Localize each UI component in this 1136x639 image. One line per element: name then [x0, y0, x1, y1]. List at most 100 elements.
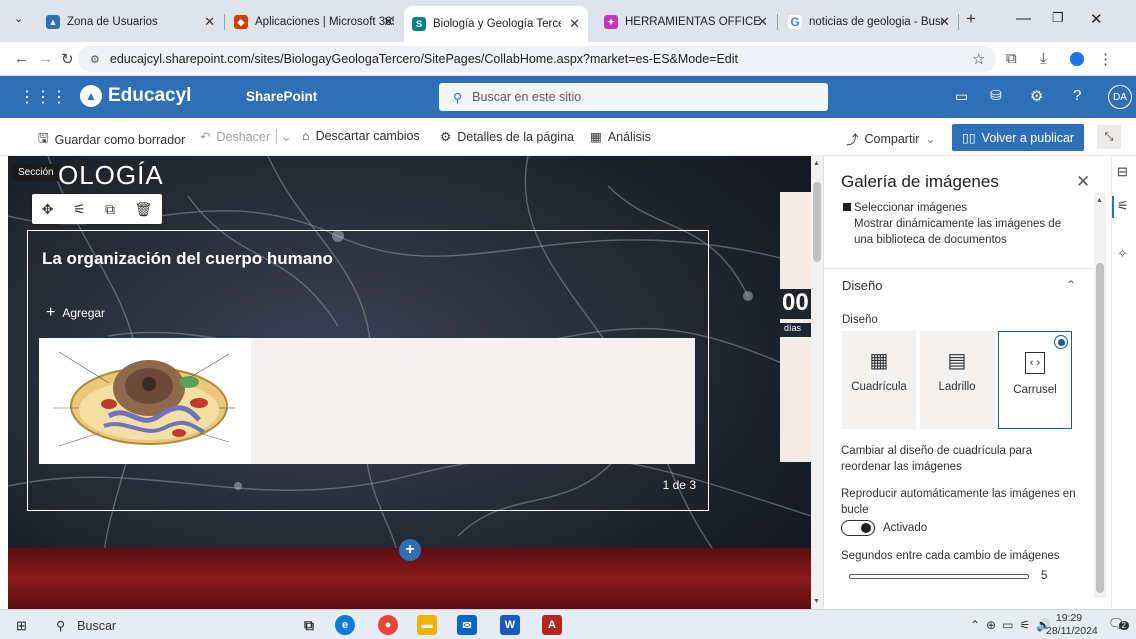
edge-icon[interactable]: e: [335, 615, 355, 635]
notifications-icon[interactable]: 🗨2: [1108, 616, 1129, 632]
save-draft-button[interactable]: 🖫 Guardar como borrador: [38, 129, 185, 150]
section-badge[interactable]: Sección: [12, 164, 60, 181]
carousel-image[interactable]: [39, 338, 251, 464]
pane-scrollbar[interactable]: ▲: [1094, 193, 1106, 598]
seconds-slider[interactable]: [849, 574, 1029, 579]
toolbox-icon[interactable]: ⊟: [1117, 164, 1128, 180]
close-tab-icon[interactable]: ✕: [383, 14, 394, 30]
scrollbar-thumb[interactable]: [1096, 263, 1104, 593]
clock-time: 19:29: [1055, 612, 1083, 624]
share-network-icon[interactable]: ⛁: [990, 87, 1002, 104]
page-canvas: 00 días Sección OLOGÍA ✥ ⚟ ⧉ 🗑 La organi…: [8, 156, 811, 609]
windows-start-icon[interactable]: ⊞: [16, 618, 27, 634]
webpart-title[interactable]: La organización del cuerpo humano: [42, 249, 333, 269]
back-arrow-icon[interactable]: ←: [14, 50, 29, 67]
search-placeholder: Buscar en este sitio: [472, 90, 582, 104]
mail-icon[interactable]: ✉: [457, 615, 477, 635]
toggle-switch[interactable]: [841, 520, 875, 536]
collapse-pane-icon[interactable]: ⤡: [1097, 125, 1121, 149]
seconds-label: Segundos entre cada cambio de imágenes: [841, 550, 1060, 562]
more-menu-icon[interactable]: ⋮: [1098, 50, 1113, 68]
adjacent-image-strip: 00 días: [780, 192, 811, 462]
image-carousel[interactable]: [39, 338, 695, 464]
chevron-down-icon[interactable]: ⌄: [275, 129, 291, 144]
analytics-button[interactable]: ▦ Análisis: [590, 129, 651, 145]
close-pane-icon[interactable]: ✕: [1076, 172, 1090, 192]
undo-button[interactable]: ↶ Deshacer ⌄: [200, 129, 291, 144]
help-icon[interactable]: ?: [1073, 87, 1081, 104]
scroll-down-arrow-icon[interactable]: ▼: [813, 598, 820, 605]
taskbar-search[interactable]: ⚲ Buscar: [56, 618, 116, 634]
discard-changes-button[interactable]: ⌂ Descartar cambios: [302, 129, 420, 143]
forward-arrow-icon[interactable]: →: [38, 50, 53, 67]
properties-icon[interactable]: ⚟: [1117, 198, 1129, 214]
layout-option-brick[interactable]: ▤ Ladrillo: [920, 331, 994, 429]
sharepoint-app-link[interactable]: SharePoint: [246, 89, 317, 104]
brand-logo[interactable]: ▲ Educacyl: [80, 85, 191, 107]
restore-icon[interactable]: ❐: [1052, 10, 1064, 26]
minimize-icon[interactable]: —: [1016, 10, 1031, 27]
system-tray-icons[interactable]: ⌃⊕▭⚟🔊: [970, 618, 1057, 632]
reload-icon[interactable]: ↻: [61, 50, 74, 68]
tab-title: Aplicaciones | Microsoft 365: [255, 16, 394, 28]
scroll-up-arrow-icon[interactable]: ▲: [813, 160, 820, 167]
countdown-number: 00: [780, 289, 811, 319]
site-search-box[interactable]: ⚲ Buscar en este sitio: [439, 83, 828, 111]
user-avatar[interactable]: DA: [1108, 85, 1132, 109]
extensions-icon[interactable]: ⧉: [1006, 50, 1017, 67]
browser-tab[interactable]: ◆ Aplicaciones | Microsoft 365 ✕: [226, 8, 402, 36]
word-icon[interactable]: W: [500, 615, 520, 635]
divider: [824, 268, 1094, 269]
close-tab-icon[interactable]: ✕: [204, 14, 215, 30]
analytics-label: Análisis: [607, 129, 651, 144]
move-icon[interactable]: ✥: [42, 201, 54, 218]
canvas-scrollbar[interactable]: ▲ ▼: [811, 156, 823, 609]
design-section-header[interactable]: Diseño: [842, 278, 882, 294]
edit-properties-icon[interactable]: ⚟: [73, 201, 86, 218]
download-icon[interactable]: ⤓: [1040, 50, 1047, 67]
scrollbar-thumb[interactable]: [813, 182, 821, 262]
source-option[interactable]: Seleccionar imágenes: [843, 200, 967, 216]
profile-avatar-icon[interactable]: [1070, 52, 1084, 66]
url-field[interactable]: ⚙ educajcyl.sharepoint.com/sites/Biologa…: [78, 46, 996, 72]
autoplay-toggle[interactable]: Activado: [841, 520, 927, 536]
tab-title: Biología y Geología Tercero: [433, 18, 561, 30]
duplicate-icon[interactable]: ⧉: [105, 201, 115, 218]
close-tab-icon[interactable]: ✕: [939, 14, 950, 30]
new-tab-button[interactable]: +: [966, 9, 976, 29]
close-tab-icon[interactable]: ✕: [569, 16, 580, 32]
browser-tab[interactable]: ✦ HERRAMIENTAS OFFICE 365 ✕: [596, 8, 776, 36]
layout-option-carousel[interactable]: ‹ › Carrusel: [998, 331, 1072, 429]
tab-search-chevron-icon[interactable]: ⌄: [14, 12, 23, 25]
chevron-up-icon[interactable]: ⌃: [1066, 278, 1076, 292]
design-ideas-icon[interactable]: ✧: [1117, 246, 1128, 262]
site-info-icon[interactable]: ⚙: [90, 53, 100, 66]
add-images-button[interactable]: + Agregar: [46, 304, 105, 322]
layout-option-label: Carrusel: [1013, 384, 1057, 396]
close-window-icon[interactable]: ✕: [1090, 10, 1103, 28]
browser-tab[interactable]: G noticias de geologia - Busca ✕: [780, 8, 958, 36]
chrome-icon[interactable]: ●: [378, 615, 398, 635]
republish-button[interactable]: ▯▯ Volver a publicar: [952, 124, 1084, 151]
chat-icon[interactable]: ▭: [955, 88, 968, 105]
close-tab-icon[interactable]: ✕: [757, 14, 768, 30]
settings-gear-icon[interactable]: ⚙: [1030, 87, 1043, 105]
tab-separator: [224, 14, 225, 30]
app-launcher-waffle-icon[interactable]: ⋮⋮⋮: [19, 87, 67, 107]
task-view-icon[interactable]: ⧉: [299, 615, 319, 635]
page-details-button[interactable]: ⚙ Detalles de la página: [440, 129, 574, 145]
clock[interactable]: 19:29 28/11/2024: [1046, 612, 1098, 638]
tab-title: Zona de Usuarios: [67, 16, 158, 28]
layout-option-grid[interactable]: ▦ Cuadrícula: [842, 331, 916, 429]
file-explorer-icon[interactable]: ▬: [417, 615, 437, 635]
selected-radio-icon: [1054, 335, 1068, 349]
bookmark-star-icon[interactable]: ☆: [972, 50, 985, 68]
browser-tab-active[interactable]: S Biología y Geología Tercero ✕: [404, 6, 588, 42]
browser-tab[interactable]: ▲ Zona de Usuarios ✕: [38, 8, 223, 36]
scroll-up-arrow-icon[interactable]: ▲: [1096, 197, 1103, 204]
delete-icon[interactable]: 🗑: [134, 201, 152, 218]
share-button[interactable]: ⤴ Compartir ⌄: [846, 129, 936, 148]
image-gallery-webpart[interactable]: La organización del cuerpo humano + Agre…: [27, 230, 709, 511]
acrobat-icon[interactable]: A: [542, 615, 562, 635]
add-section-button[interactable]: +: [399, 539, 421, 561]
